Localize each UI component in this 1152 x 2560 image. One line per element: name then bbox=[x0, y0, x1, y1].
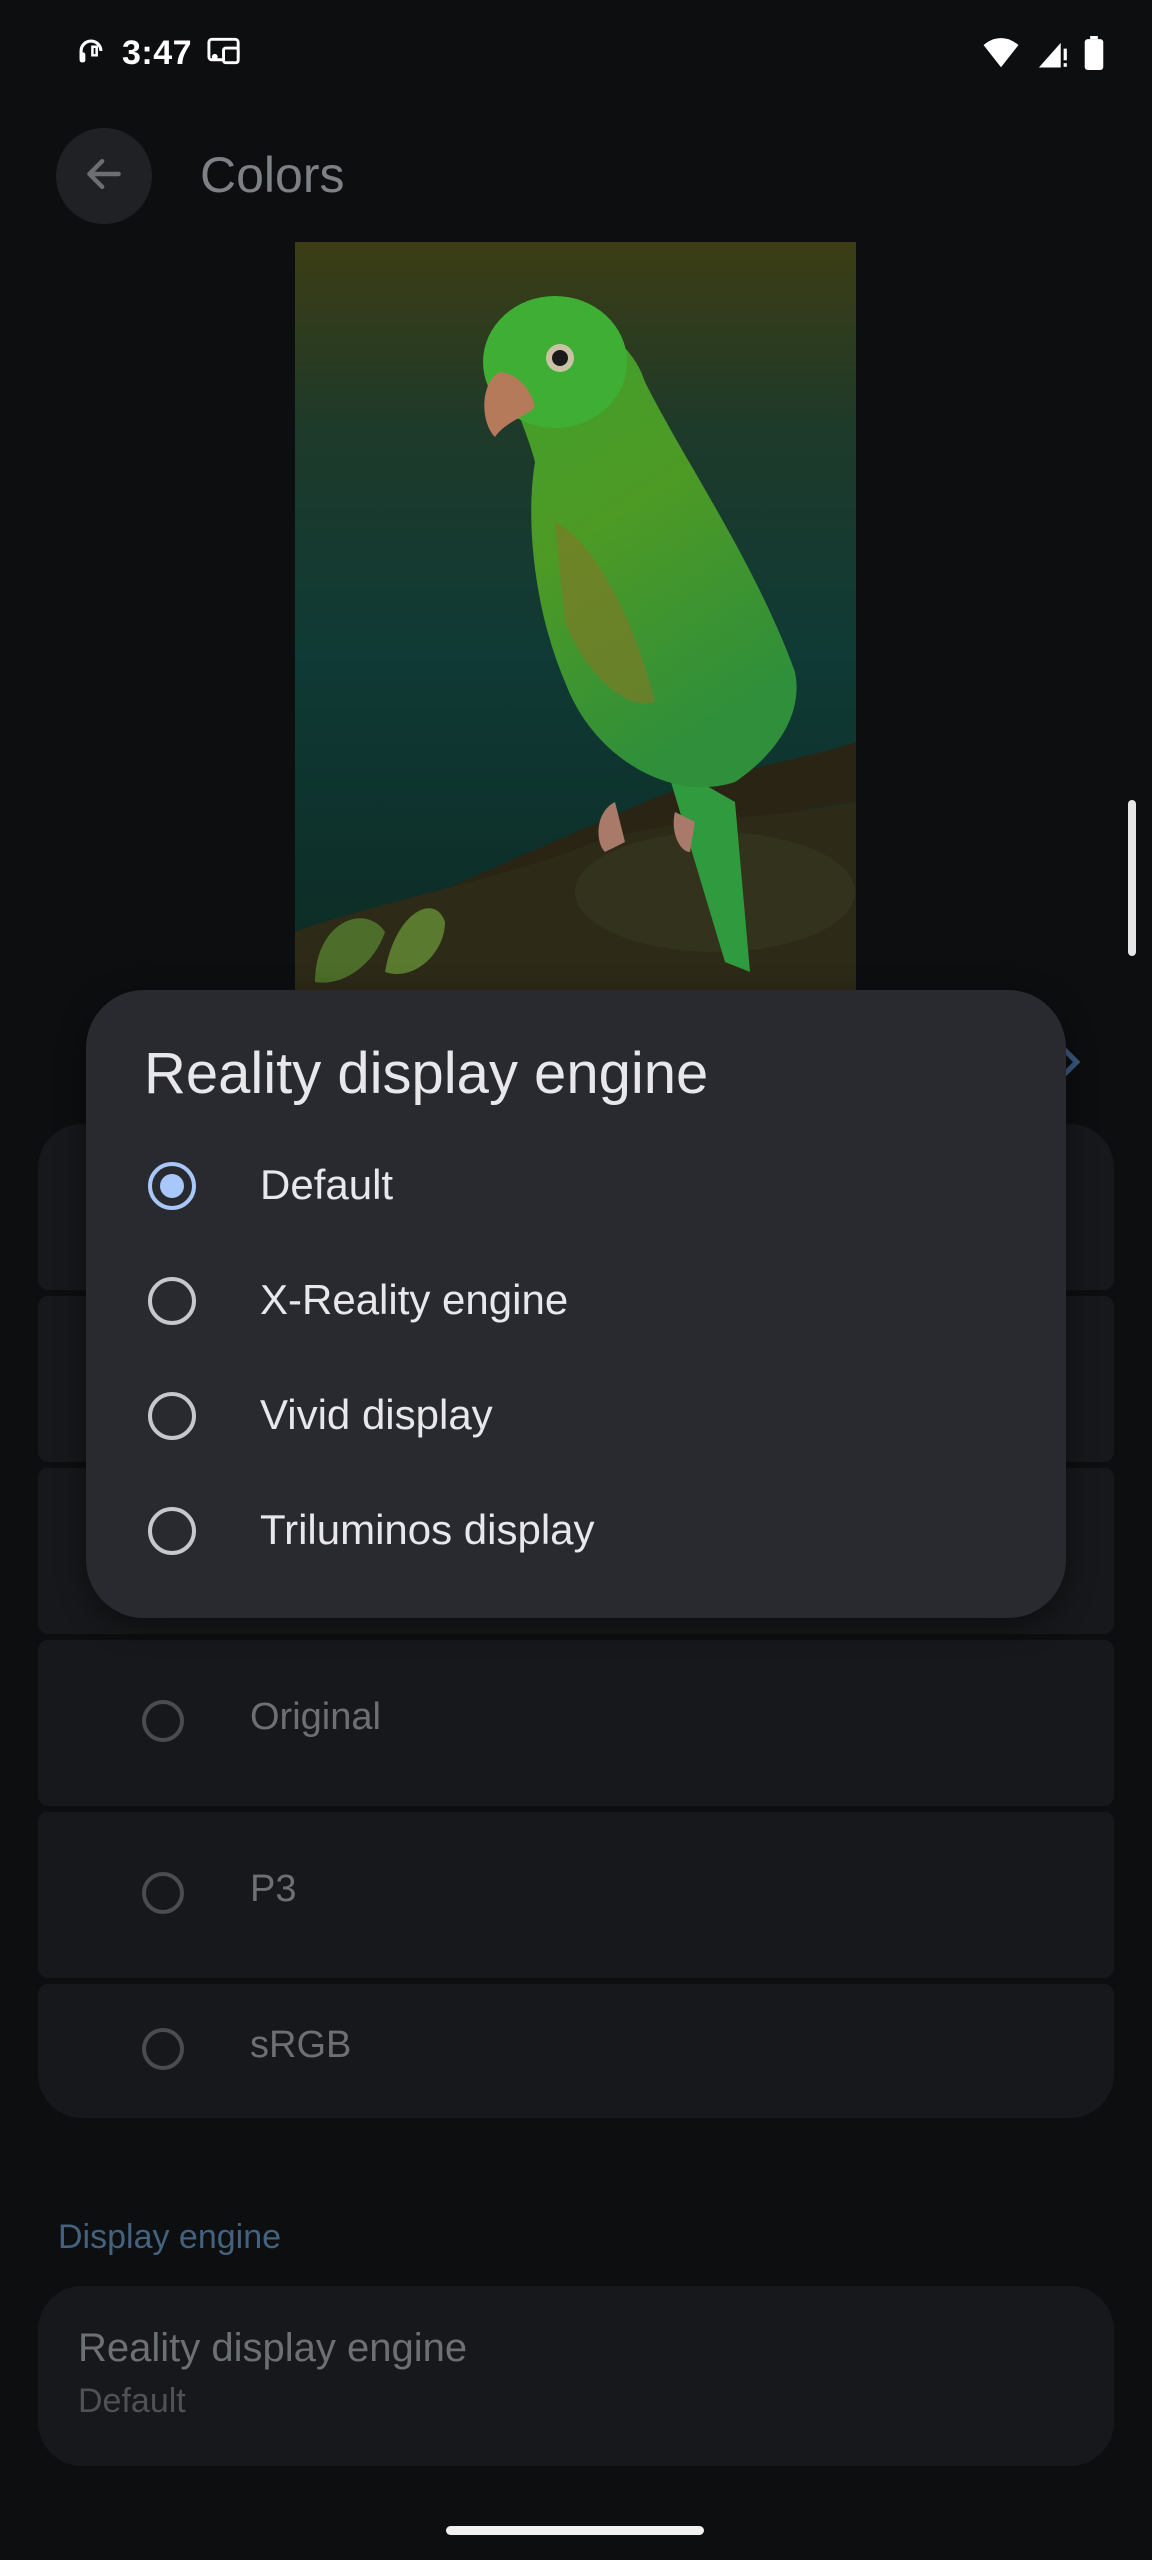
dialog-option-triluminos[interactable]: Triluminos display bbox=[86, 1472, 1066, 1587]
status-right bbox=[982, 36, 1104, 75]
scrollbar-thumb[interactable] bbox=[1128, 800, 1136, 956]
color-option-p3[interactable]: P3 bbox=[38, 1812, 1114, 1978]
radio-button[interactable] bbox=[148, 1392, 196, 1440]
item-value: Default bbox=[78, 2382, 186, 2420]
page-title: Colors bbox=[200, 147, 345, 203]
option-label: Original bbox=[250, 1696, 381, 1738]
radio-button[interactable] bbox=[148, 1507, 196, 1555]
option-label: X-Reality engine bbox=[260, 1276, 569, 1323]
dialog-title: Reality display engine bbox=[144, 1041, 709, 1106]
option-label: Triluminos display bbox=[260, 1506, 595, 1553]
back-button[interactable] bbox=[56, 128, 152, 224]
status-left: 3:47 bbox=[74, 34, 244, 73]
radio-button[interactable] bbox=[142, 1872, 184, 1914]
radio-button-selected[interactable] bbox=[148, 1162, 196, 1210]
dialog-option-vivid[interactable]: Vivid display bbox=[86, 1357, 1066, 1472]
headphones-icon bbox=[74, 34, 108, 73]
back-arrow-icon bbox=[82, 152, 126, 201]
option-label: P3 bbox=[250, 1868, 297, 1910]
option-label: Vivid display bbox=[260, 1391, 493, 1438]
cast-icon bbox=[206, 34, 244, 73]
gesture-nav-bar[interactable] bbox=[446, 2526, 704, 2535]
reality-display-engine-item[interactable]: Reality display engine Default bbox=[38, 2286, 1114, 2466]
option-label: sRGB bbox=[250, 2024, 352, 2066]
battery-icon bbox=[1084, 36, 1104, 75]
radio-button[interactable] bbox=[142, 2028, 184, 2070]
signal-icon bbox=[1036, 37, 1068, 74]
section-header: Display engine bbox=[58, 2218, 282, 2256]
color-option-srgb[interactable]: sRGB bbox=[38, 1984, 1114, 2118]
status-time: 3:47 bbox=[122, 34, 193, 72]
preview-image bbox=[295, 242, 856, 990]
dialog-option-x-reality[interactable]: X-Reality engine bbox=[86, 1242, 1066, 1357]
radio-button[interactable] bbox=[142, 1700, 184, 1742]
option-label: Default bbox=[260, 1161, 394, 1208]
status-bar: 3:47 bbox=[0, 0, 1152, 110]
color-option-original[interactable]: Original bbox=[38, 1640, 1114, 1806]
reality-display-engine-dialog: Reality display engine Default X-Reality… bbox=[86, 990, 1066, 1618]
wifi-icon bbox=[982, 37, 1020, 74]
app-bar: Colors bbox=[0, 120, 1152, 230]
item-title: Reality display engine bbox=[78, 2326, 468, 2370]
radio-button[interactable] bbox=[148, 1277, 196, 1325]
dialog-option-default[interactable]: Default bbox=[86, 1127, 1066, 1242]
